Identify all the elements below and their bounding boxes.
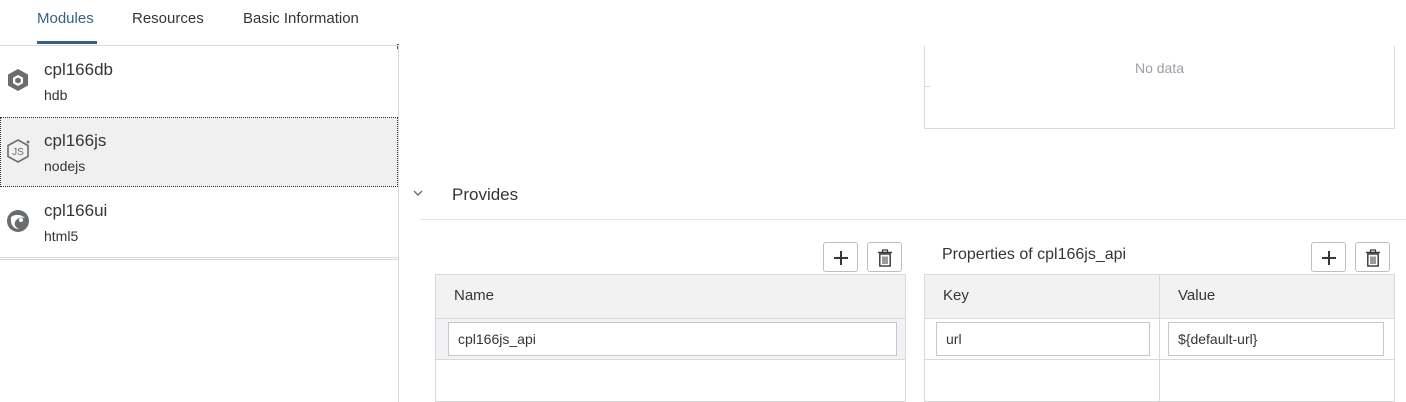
provides-table: Name — [435, 274, 906, 402]
section-divider — [420, 219, 1406, 220]
properties-title: Properties of cpl166js_api — [942, 246, 1127, 263]
provides-name-input[interactable] — [448, 322, 897, 356]
add-property-button[interactable] — [1311, 242, 1346, 272]
module-item-cpl166js[interactable]: JS cpl166js nodejs — [0, 117, 398, 187]
table-row[interactable] — [436, 319, 905, 360]
svg-text:JS: JS — [12, 147, 24, 158]
requires-table: No data — [924, 46, 1395, 129]
property-key-input[interactable] — [936, 322, 1150, 356]
module-type: nodejs — [44, 158, 86, 174]
module-name: cpl166js — [44, 131, 107, 150]
module-name: cpl166ui — [44, 201, 108, 220]
plus-icon — [1322, 251, 1336, 265]
tab-modules[interactable]: Modules — [37, 10, 94, 27]
delete-property-button[interactable] — [1355, 242, 1390, 272]
row-separator — [925, 86, 930, 87]
trash-icon — [1366, 249, 1380, 267]
list-divider — [0, 257, 398, 260]
trash-icon — [878, 249, 892, 267]
no-data-text: No data — [1134, 60, 1185, 76]
plus-icon — [834, 251, 848, 265]
delete-provides-button[interactable] — [867, 242, 902, 272]
table-row[interactable] — [925, 319, 1394, 360]
module-type: html5 — [44, 228, 79, 244]
tab-resources[interactable]: Resources — [132, 10, 204, 27]
chevron-down-icon[interactable] — [411, 184, 425, 202]
add-provides-button[interactable] — [823, 242, 858, 272]
module-item-cpl166ui[interactable]: cpl166ui html5 — [0, 187, 398, 257]
provides-section-title: Provides — [452, 185, 519, 204]
column-header-key[interactable]: Key — [943, 287, 969, 304]
nodejs-icon: JS — [7, 139, 30, 163]
column-header-value[interactable]: Value — [1178, 287, 1215, 304]
properties-table: Key Value — [924, 274, 1395, 402]
column-header-name[interactable]: Name — [436, 275, 905, 319]
module-type: hdb — [44, 87, 68, 103]
active-tab-indicator — [37, 41, 97, 44]
tab-basic-information[interactable]: Basic Information — [243, 10, 359, 27]
tab-bar: Modules Resources Basic Information — [0, 0, 1406, 45]
column-header-label: Name — [454, 287, 495, 304]
module-item-cpl166db[interactable]: cpl166db hdb — [0, 46, 398, 116]
html5-icon — [7, 210, 29, 232]
module-list: cpl166db hdb JS cpl166js nodejs cpl166ui… — [0, 45, 399, 402]
property-value-input[interactable] — [1168, 322, 1384, 356]
hdb-cube-icon — [8, 69, 28, 91]
module-name: cpl166db — [44, 60, 114, 79]
table-row-empty — [925, 360, 1394, 402]
table-row-empty — [436, 360, 905, 402]
